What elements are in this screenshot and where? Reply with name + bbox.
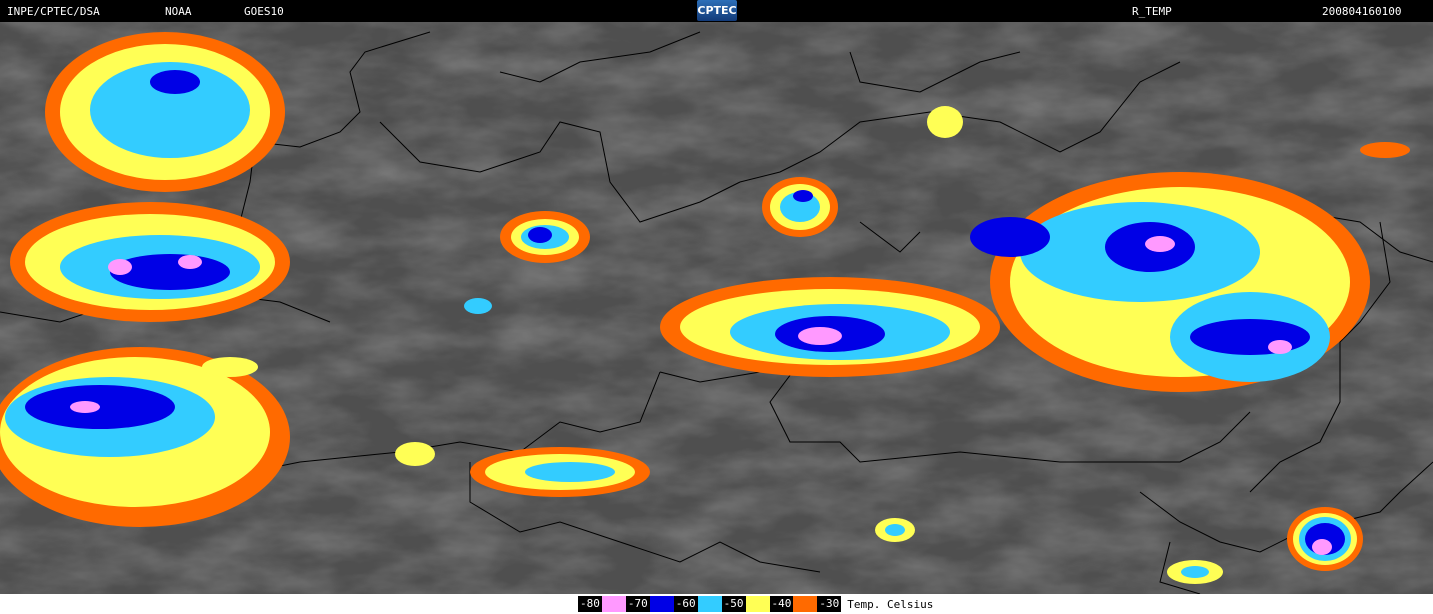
cell-small-2 [762,177,838,237]
legend-label-minus40: -40 [769,596,794,612]
timestamp-label: 200804160100 [1322,5,1402,18]
legend-item-minus50: -50 [721,596,770,612]
legend-swatch-minus40 [793,596,818,612]
legend-label-minus30: -30 [817,596,842,612]
legend-item-minus70: -70 [625,596,674,612]
cell-northwest [45,32,285,192]
satellite-label: GOES10 [244,5,284,18]
legend-item-minus30: -30 [817,596,842,612]
institution-label: INPE/CPTEC/DSA [7,5,100,18]
cptec-logo: CPTEC [697,0,737,21]
product-label: R_TEMP [1132,5,1172,18]
legend-label-minus60: -60 [673,596,698,612]
legend-label-minus50: -50 [721,596,746,612]
legend-label-minus80: -80 [578,596,602,612]
legend-bar: -80 -70 -60 -50 -40 -30 Temp. Celsius [0,594,1433,614]
temperature-legend: -80 -70 -60 -50 -40 -30 Temp. Celsius [578,596,933,612]
cell-southeast [1287,507,1363,571]
legend-swatch-minus70 [649,596,674,612]
header-bar: INPE/CPTEC/DSA NOAA GOES10 CPTEC R_TEMP … [0,0,1433,22]
cell-small-1 [500,211,590,263]
agency-label: NOAA [165,5,192,18]
legend-swatch-minus50 [745,596,770,612]
legend-swatch-minus80 [601,596,626,612]
legend-label-minus70: -70 [625,596,650,612]
legend-item-minus80: -80 [578,596,626,612]
legend-title: Temp. Celsius [847,597,934,611]
cell-west [10,202,290,322]
legend-item-minus40: -40 [769,596,818,612]
cell-central [660,277,1000,377]
legend-swatch-minus60 [697,596,722,612]
legend-item-minus60: -60 [673,596,722,612]
satellite-map [0,22,1433,594]
